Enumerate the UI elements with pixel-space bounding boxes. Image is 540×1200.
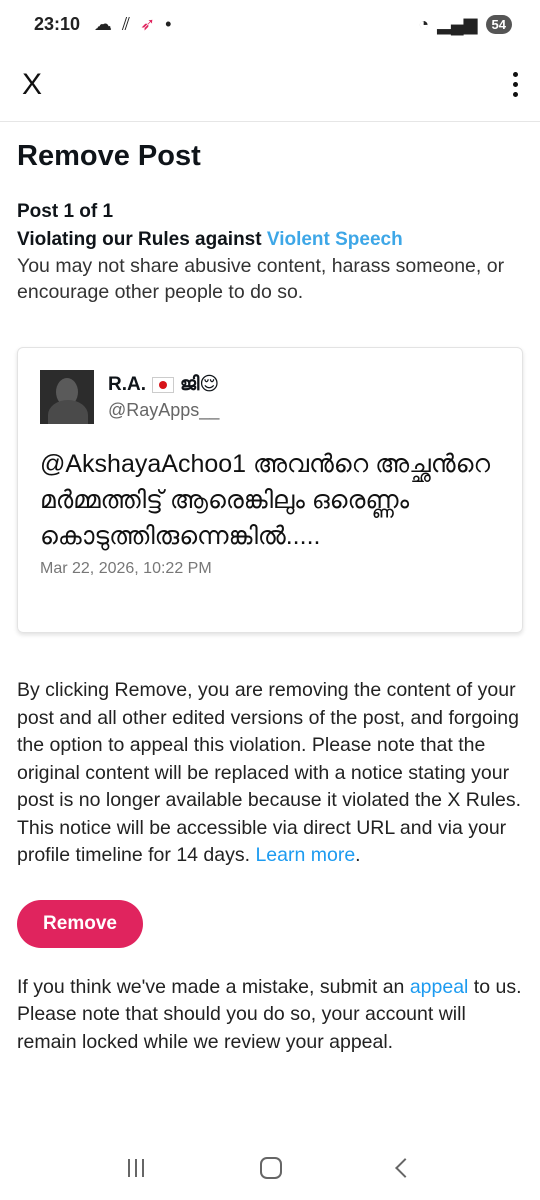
wifi-icon: ◔ <box>418 13 430 34</box>
tweet-header: R.A. ജി😌 @RayApps__ <box>40 370 500 424</box>
author-name-line: R.A. ജി😌 <box>108 373 219 396</box>
learn-more-suffix: . <box>355 844 361 866</box>
more-options-icon[interactable] <box>513 72 518 97</box>
signal-icon: ⫽ <box>122 13 131 34</box>
cloud-icon: ☁ <box>94 13 113 34</box>
app-bar: X <box>0 48 540 122</box>
close-button[interactable]: X <box>22 68 42 102</box>
status-right: ◔ ▂▄▆ 54 <box>418 14 512 35</box>
battery-indicator: 54 <box>485 14 512 34</box>
appeal-text: If you think we've made a mistake, submi… <box>17 974 523 1057</box>
violation-description: You may not share abusive content, haras… <box>17 255 505 303</box>
avatar <box>40 370 94 424</box>
violation-prefix: Violating our Rules against <box>17 229 267 250</box>
appeal-link[interactable]: appeal <box>410 976 469 998</box>
remove-explanation: By clicking Remove, you are removing the… <box>17 677 523 870</box>
cell-signal-icon: ▂▄▆ <box>437 13 478 34</box>
status-time: 23:10 <box>34 13 81 34</box>
status-left: 23:10 ☁ ⫽ ➶ • <box>34 14 171 35</box>
status-bar: 23:10 ☁ ⫽ ➶ • ◔ ▂▄▆ 54 <box>0 0 540 48</box>
tweet-date: Mar 22, 2026, 10:22 PM <box>40 560 212 577</box>
learn-more-link[interactable]: Learn more <box>255 844 355 866</box>
violation-heading: Violating our Rules against Violent Spee… <box>17 229 523 251</box>
author-handle: @RayApps__ <box>108 400 220 420</box>
author-name: R.A. <box>108 373 146 395</box>
appeal-prefix: If you think we've made a mistake, submi… <box>17 975 410 998</box>
violent-speech-link[interactable]: Violent Speech <box>267 229 403 250</box>
system-nav-bar <box>0 1136 540 1200</box>
dot-icon: • <box>165 13 172 34</box>
home-icon[interactable] <box>260 1157 282 1179</box>
remove-button[interactable]: Remove <box>17 899 143 948</box>
japan-flag-icon <box>152 376 174 393</box>
back-icon[interactable] <box>395 1158 415 1178</box>
rocket-icon: ➶ <box>140 13 156 34</box>
tweet-card: R.A. ജി😌 @RayApps__ @AkshayaAchoo1 അവൻറെ… <box>17 347 523 633</box>
recents-icon[interactable] <box>128 1159 144 1177</box>
main-content: Remove Post Post 1 of 1 Violating our Ru… <box>17 122 523 1056</box>
post-count: Post 1 of 1 <box>17 201 114 222</box>
remove-explanation-text: By clicking Remove, you are removing the… <box>17 679 522 866</box>
tweet-author: R.A. ജി😌 @RayApps__ <box>108 373 219 421</box>
tweet-text: @AkshayaAchoo1 അവൻറെ അച്ഛൻറെ മർമ്മത്തിട്… <box>40 450 491 550</box>
author-name-suffix: ജി😌 <box>180 374 220 395</box>
page-title: Remove Post <box>17 140 201 172</box>
